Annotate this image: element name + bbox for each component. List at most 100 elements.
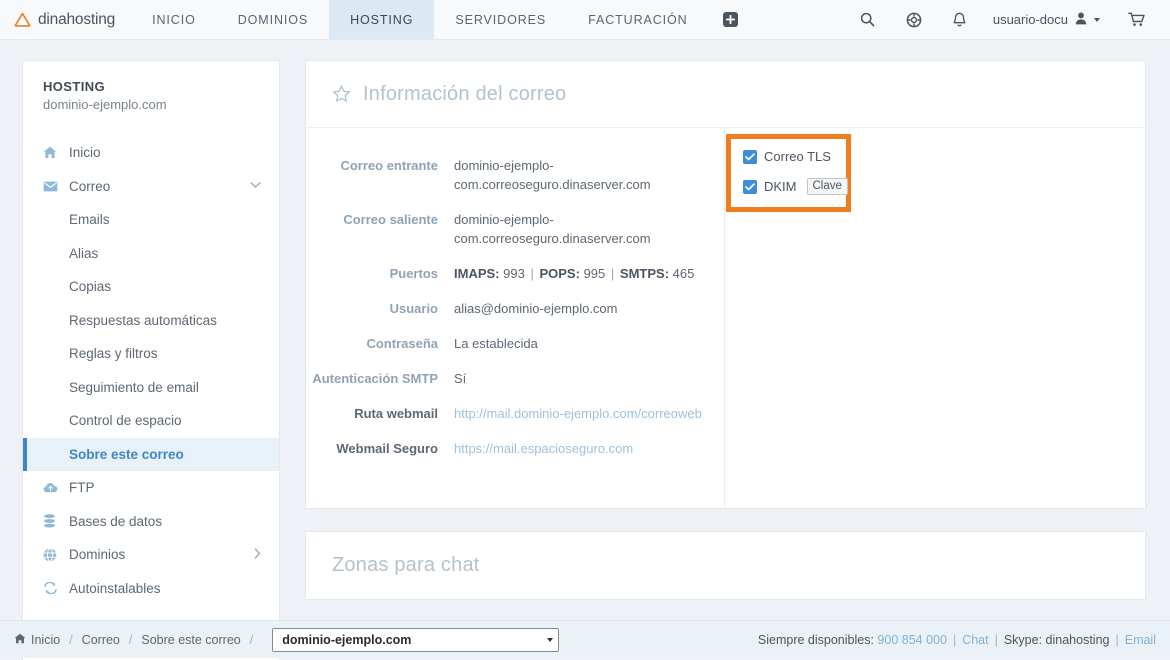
- nav-item-inicio[interactable]: INICIO: [131, 0, 217, 39]
- sidebar-item-alias[interactable]: Alias: [23, 237, 279, 271]
- sidebar-item-label: Autoinstalables: [69, 581, 161, 596]
- sidebar-item-emails[interactable]: Emails: [23, 203, 279, 237]
- checkbox-dkim[interactable]: [743, 180, 757, 194]
- support-info: Siempre disponibles: 900 854 000 | Chat …: [758, 633, 1156, 647]
- sidebar-item-control-de-espacio[interactable]: Control de espacio: [23, 404, 279, 438]
- sidebar-item-copias[interactable]: Copias: [23, 270, 279, 304]
- security-options-highlight: Correo TLS DKIM Clave: [726, 134, 851, 212]
- info-row-ruta-webmail: Ruta webmail http://mail.dominio-ejemplo…: [306, 404, 724, 423]
- globe-icon: [43, 548, 69, 562]
- option-row-correo-tls[interactable]: Correo TLS: [743, 149, 834, 164]
- footer-bar: Inicio / Correo / Sobre este correo / do…: [0, 620, 1170, 658]
- home-icon: [43, 146, 69, 159]
- breadcrumb-separator: /: [120, 633, 141, 647]
- search-icon[interactable]: [845, 0, 891, 40]
- nav-right-tools: usuario-docu: [845, 0, 1170, 39]
- info-row-correo-entrante: Correo entrante dominio-ejemplo-com.corr…: [306, 156, 724, 194]
- chat-zones-card-header: Zonas para chat: [306, 532, 1145, 599]
- sidebar-item-label: Reglas y filtros: [69, 346, 158, 361]
- option-row-dkim[interactable]: DKIM Clave: [743, 178, 834, 195]
- sidebar-item-autoinstalables[interactable]: Autoinstalables: [23, 572, 279, 606]
- sidebar-item-ftp[interactable]: FTP: [23, 471, 279, 505]
- sidebar-item-correo[interactable]: Correo: [23, 170, 279, 204]
- support-chat-link[interactable]: Chat: [962, 633, 988, 647]
- info-row-webmail-seguro: Webmail Seguro https://mail.espaciosegur…: [306, 439, 724, 458]
- chevron-down-icon: [250, 181, 261, 192]
- envelope-icon: [43, 181, 69, 192]
- sidebar-item-reglas-y-filtros[interactable]: Reglas y filtros: [23, 337, 279, 371]
- breadcrumb-item-inicio[interactable]: Inicio: [14, 633, 60, 647]
- chat-zones-title: Zonas para chat: [332, 554, 480, 577]
- sidebar-title: HOSTING: [43, 79, 279, 94]
- sidebar-item-label: FTP: [69, 480, 95, 495]
- sidebar-menu: Inicio Correo Emails Alias Copias: [23, 136, 279, 605]
- info-value: Sí: [454, 369, 466, 388]
- brand-logo[interactable]: dinahosting: [0, 0, 131, 39]
- info-label: Puertos: [306, 264, 454, 283]
- sidebar-item-sobre-este-correo[interactable]: Sobre este correo: [23, 438, 279, 472]
- user-icon: [1075, 12, 1087, 28]
- webmail-url-link[interactable]: http://mail.dominio-ejemplo.com/correowe…: [454, 404, 702, 423]
- nav-item-dominios[interactable]: DOMINIOS: [217, 0, 329, 39]
- info-row-usuario: Usuario alias@dominio-ejemplo.com: [306, 299, 724, 318]
- nav-item-facturacion[interactable]: FACTURACIÓN: [567, 0, 709, 39]
- sidebar: HOSTING dominio-ejemplo.com Inicio Corre…: [22, 60, 280, 660]
- nav-item-hosting[interactable]: HOSTING: [329, 0, 434, 39]
- info-label: Correo entrante: [306, 156, 454, 194]
- brand-name: dinahosting: [38, 11, 115, 29]
- nav-links: INICIO DOMINIOS HOSTING SERVIDORES FACTU…: [131, 0, 709, 39]
- domain-select[interactable]: dominio-ejemplo.com: [272, 628, 559, 652]
- support-phone-link[interactable]: 900 854 000: [877, 633, 947, 647]
- star-icon[interactable]: [332, 85, 351, 103]
- support-email-link[interactable]: Email: [1125, 633, 1156, 647]
- info-value: alias@dominio-ejemplo.com: [454, 299, 617, 318]
- info-value-ports: IMAPS: 993 | POPS: 995 | SMTPS: 465: [454, 264, 694, 283]
- info-label: Ruta webmail: [306, 404, 454, 423]
- port-separator: |: [528, 266, 535, 281]
- breadcrumb-label: Sobre este correo: [141, 633, 240, 647]
- email-info-rows: Correo entrante dominio-ejemplo-com.corr…: [306, 156, 724, 458]
- nav-item-servidores[interactable]: SERVIDORES: [434, 0, 567, 39]
- breadcrumb-item-correo[interactable]: Correo: [82, 633, 120, 647]
- add-service-button[interactable]: [709, 0, 752, 39]
- port-separator: |: [609, 266, 616, 281]
- breadcrumb-label: Correo: [82, 633, 120, 647]
- sidebar-item-dominios[interactable]: Dominios: [23, 538, 279, 572]
- breadcrumb-label: Inicio: [31, 633, 60, 647]
- info-label: Usuario: [306, 299, 454, 318]
- page-body: HOSTING dominio-ejemplo.com Inicio Corre…: [0, 40, 1170, 620]
- port-name-smtps: SMTPS:: [620, 266, 669, 281]
- port-name-pops: POPS:: [539, 266, 579, 281]
- breadcrumb-item-sobre-este-correo[interactable]: Sobre este correo: [141, 633, 240, 647]
- sidebar-item-label: Alias: [69, 246, 98, 261]
- port-name-imaps: IMAPS:: [454, 266, 500, 281]
- cart-icon[interactable]: [1114, 0, 1160, 40]
- port-value-pops: 995: [584, 266, 606, 281]
- option-label: DKIM: [764, 179, 797, 194]
- sidebar-subtitle: dominio-ejemplo.com: [43, 97, 279, 112]
- dkim-clave-button[interactable]: Clave: [807, 178, 848, 195]
- info-label: Correo saliente: [306, 210, 454, 248]
- chat-zones-card: Zonas para chat: [305, 531, 1146, 600]
- sidebar-item-inicio[interactable]: Inicio: [23, 136, 279, 170]
- database-icon: [43, 514, 69, 528]
- user-menu[interactable]: usuario-docu: [983, 12, 1114, 28]
- info-label: Webmail Seguro: [306, 439, 454, 458]
- sidebar-item-label: Seguimiento de email: [69, 380, 199, 395]
- option-label: Correo TLS: [764, 149, 831, 164]
- lifebuoy-icon[interactable]: [891, 0, 937, 40]
- info-value: La establecida: [454, 334, 538, 353]
- sidebar-item-seguimiento-de-email[interactable]: Seguimiento de email: [23, 371, 279, 405]
- bell-icon[interactable]: [937, 0, 983, 40]
- checkbox-correo-tls[interactable]: [743, 150, 757, 164]
- cloud-upload-icon: [43, 482, 69, 493]
- user-name-label: usuario-docu: [993, 12, 1068, 27]
- sidebar-item-label: Dominios: [69, 547, 125, 562]
- breadcrumb: Inicio / Correo / Sobre este correo /: [14, 633, 262, 647]
- secure-webmail-url-link[interactable]: https://mail.espacioseguro.com: [454, 439, 633, 458]
- sidebar-item-respuestas-automaticas[interactable]: Respuestas automáticas: [23, 304, 279, 338]
- top-navigation-bar: dinahosting INICIO DOMINIOS HOSTING SERV…: [0, 0, 1170, 40]
- info-label: Contraseña: [306, 334, 454, 353]
- info-value: dominio-ejemplo-com.correoseguro.dinaser…: [454, 156, 704, 194]
- sidebar-item-bases-de-datos[interactable]: Bases de datos: [23, 505, 279, 539]
